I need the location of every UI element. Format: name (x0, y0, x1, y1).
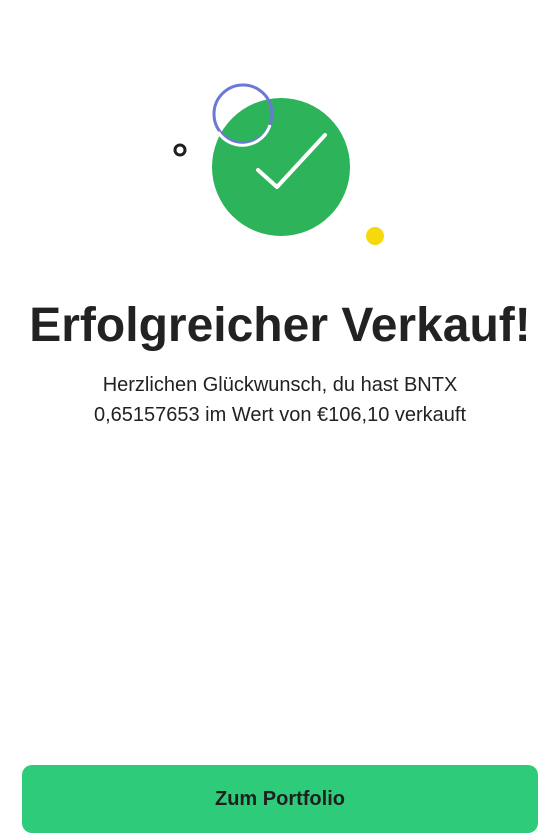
yellow-dot-decoration (366, 227, 384, 245)
page-title: Erfolgreicher Verkauf! (29, 299, 531, 352)
success-illustration (173, 83, 384, 245)
small-ring-decoration (173, 143, 187, 157)
success-message: Herzlichen Glückwunsch, du hast BNTX 0,6… (40, 370, 520, 430)
success-screen: Erfolgreicher Verkauf! Herzlichen Glückw… (0, 0, 560, 840)
success-message-line-2: 0,65157653 im Wert von €106,10 verkauft (93, 404, 467, 426)
success-circle (212, 98, 350, 236)
portfolio-button[interactable]: Zum Portfolio (22, 765, 538, 833)
success-message-line-1: Herzlichen Glückwunsch, du hast BNTX (102, 374, 458, 396)
